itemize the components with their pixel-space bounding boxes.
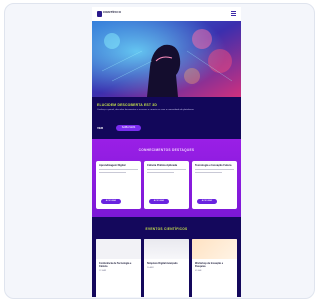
event-thumbnail: [96, 239, 141, 259]
website-preview[interactable]: CIENTÍFICO ELUCIDEM DESCOBERTA EST 3D Co…: [92, 7, 241, 297]
intro-cta-button[interactable]: SAIBA MAIS: [116, 125, 141, 131]
event-card-date: 12 MAR: [99, 270, 107, 272]
intro-text: Conheça o painel, descubra ferramentas e…: [97, 109, 195, 111]
resource-card-button[interactable]: ACESSAR: [149, 199, 169, 204]
hero-image: [92, 21, 241, 97]
event-card[interactable]: Simpósio Digital Avançado 20 ABR: [144, 239, 189, 297]
site-logo-text[interactable]: CIENTÍFICO: [103, 10, 121, 14]
resource-card-title: Tecnologia e Inovação Futura: [195, 164, 232, 167]
events-section: EVENTOS CIENTÍFICOS Conferência de Tecno…: [92, 217, 241, 297]
hamburger-menu-icon[interactable]: [231, 11, 236, 16]
brand-logo-icon: [97, 11, 102, 17]
resource-card[interactable]: Aprendizagem Digital ACESSAR: [96, 161, 141, 209]
event-thumbnail: [192, 239, 237, 259]
resource-card-title: Ciência Prática Aplicada: [147, 164, 178, 167]
site-header: CIENTÍFICO: [92, 7, 241, 21]
intro-section: ELUCIDEM DESCOBERTA EST 3D Conheça o pai…: [92, 97, 241, 139]
event-card-title: Conferência de Tecnologia e Ciência: [99, 262, 132, 268]
intro-link[interactable]: VER: [97, 126, 103, 130]
event-thumbnail: [144, 239, 189, 259]
resources-title: CONHECIMENTOS DESTAQUES: [138, 148, 195, 152]
event-card-date: 05 MAI: [195, 270, 202, 272]
resource-card-button[interactable]: ACESSAR: [101, 199, 121, 204]
resource-card[interactable]: Tecnologia e Inovação Futura ACESSAR: [192, 161, 237, 209]
event-card-date: 20 ABR: [147, 267, 154, 269]
event-card[interactable]: Conferência de Tecnologia e Ciência 12 M…: [96, 239, 141, 297]
events-title: EVENTOS CIENTÍFICOS: [145, 227, 188, 231]
resource-card[interactable]: Ciência Prática Aplicada ACESSAR: [144, 161, 189, 209]
resource-card-button[interactable]: ACESSAR: [197, 199, 217, 204]
resources-section: CONHECIMENTOS DESTAQUES Aprendizagem Dig…: [92, 139, 241, 217]
intro-title: ELUCIDEM DESCOBERTA EST 3D: [97, 103, 158, 107]
resource-card-title: Aprendizagem Digital: [99, 164, 126, 167]
event-card[interactable]: Workshop de Inovação e Pesquisa 05 MAI: [192, 239, 237, 297]
event-card-title: Simpósio Digital Avançado: [147, 262, 178, 265]
event-card-title: Workshop de Inovação e Pesquisa: [195, 262, 224, 268]
